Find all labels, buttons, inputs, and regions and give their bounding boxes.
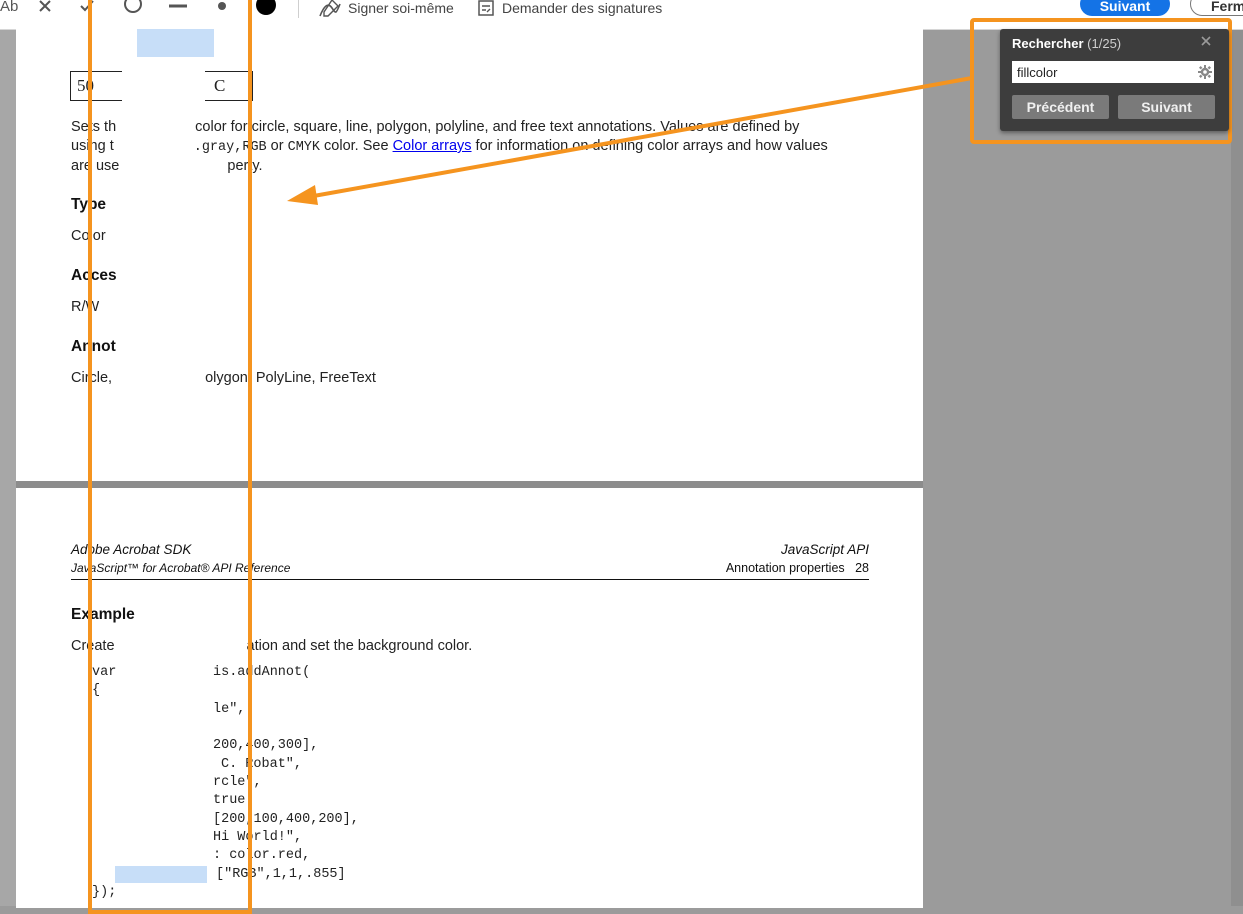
- find-options-button[interactable]: [1195, 61, 1215, 83]
- close-icon: [1201, 36, 1211, 46]
- find-close-button[interactable]: [1200, 34, 1212, 51]
- find-title: Rechercher (1/25): [1012, 36, 1121, 51]
- find-panel: Rechercher (1/25) Précédent Suivant: [1000, 29, 1229, 131]
- find-previous-label: Précédent: [1026, 99, 1095, 115]
- find-match-count: (1/25): [1087, 36, 1122, 51]
- find-title-text: Rechercher: [1012, 36, 1084, 51]
- find-next-label: Suivant: [1141, 99, 1192, 115]
- find-previous-button[interactable]: Précédent: [1012, 95, 1109, 119]
- gear-icon: [1198, 65, 1212, 79]
- find-next-button[interactable]: Suivant: [1118, 95, 1215, 119]
- find-search-input[interactable]: [1012, 61, 1214, 83]
